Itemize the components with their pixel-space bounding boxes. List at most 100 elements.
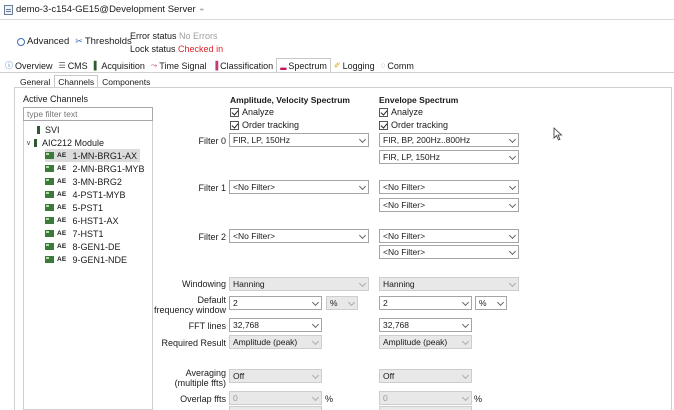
chevron-down-icon <box>508 200 517 209</box>
ae-channel-icon <box>45 243 54 250</box>
default-freq-window-label-line2: frequency window <box>153 305 226 315</box>
tab-comm[interactable]: ◌ Comm <box>378 59 417 72</box>
tab-spectrum[interactable]: ▂ Spectrum <box>276 58 331 72</box>
overlap-ffts-label: Overlap ffts <box>180 394 226 404</box>
right-order-tracking-checkbox[interactable]: Order tracking <box>379 120 448 130</box>
left-next-row-select[interactable] <box>229 406 322 410</box>
chevron-down-icon <box>358 279 367 288</box>
ae-tag: AE <box>57 256 67 263</box>
tree-node-channel[interactable]: AE 5-PST1 <box>45 201 103 214</box>
right-filter0-select-1[interactable]: FIR, BP, 200Hz..800Hz <box>379 133 519 147</box>
checkbox-label: Analyze <box>391 107 424 117</box>
right-averaging-select[interactable]: Off <box>379 369 472 383</box>
chevron-down-icon <box>461 337 470 346</box>
select-value: Off <box>383 371 395 381</box>
select-value: Hanning <box>233 279 265 289</box>
select-value: Amplitude (peak) <box>383 337 448 347</box>
right-freq-window-unit-select[interactable]: % <box>475 296 507 310</box>
tree-node-channel[interactable]: AE 4-PST1-MYB <box>45 188 125 201</box>
right-filter0-select-2[interactable]: FIR, LP, 150Hz <box>379 150 519 164</box>
right-overlap-select[interactable]: 0 <box>379 391 472 405</box>
chevron-down-icon <box>347 298 356 307</box>
required-result-label: Required Result <box>161 338 226 348</box>
tree-node-channel[interactable]: AE 7-HST1 <box>45 227 103 240</box>
ae-channel-icon <box>45 204 54 211</box>
chevron-down-icon <box>461 298 470 307</box>
left-freq-window-select[interactable]: 2 <box>229 296 322 310</box>
tab-time-signal[interactable]: ⤳ Time Signal <box>148 59 210 72</box>
advanced-icon <box>16 37 25 46</box>
right-windowing-select[interactable]: Hanning <box>379 277 519 291</box>
left-averaging-select[interactable]: Off <box>229 369 322 383</box>
chevron-down-icon[interactable]: ∨ <box>26 139 34 147</box>
select-value: Hanning <box>383 279 415 289</box>
left-overlap-select[interactable]: 0 <box>229 391 322 405</box>
tree-node-module[interactable]: ∨ AIC212 Module <box>26 136 104 149</box>
tree-node-label: 3-MN-BRG2 <box>72 176 122 187</box>
right-filter1-select-1[interactable]: <No Filter> <box>379 180 519 194</box>
tree-node-channel[interactable]: AE 3-MN-BRG2 <box>45 175 122 188</box>
mouse-cursor-icon <box>553 127 563 141</box>
status-box: Error status No Errors Lock status Check… <box>130 30 223 56</box>
tree-node-svi[interactable]: SVI <box>37 123 60 136</box>
checkbox-box <box>379 120 388 130</box>
tree-node-channel[interactable]: AE 8-GEN1-DE <box>45 240 120 253</box>
thresholds-icon: ✂ <box>75 36 83 46</box>
tree-node-label: SVI <box>45 124 60 135</box>
subtab-general[interactable]: General <box>16 76 54 87</box>
tree-node-channel[interactable]: AE 2-MN-BRG1-MYB <box>45 162 144 175</box>
ae-channel-icon <box>45 165 54 172</box>
close-tab-icon[interactable]: ⌖ <box>200 5 205 15</box>
main-tab-bar: ⓘ Overview ☰ CMS ▌ Acquisition ⤳ Time Signal… <box>0 58 674 73</box>
envelope-spectrum-heading: Envelope Spectrum <box>379 95 459 105</box>
channel-filter-input[interactable] <box>23 107 153 121</box>
tree-node-channel[interactable]: AE 6-HST1-AX <box>45 214 118 227</box>
subtab-components[interactable]: Components <box>98 76 154 87</box>
right-required-result-select[interactable]: Amplitude (peak) <box>379 335 472 349</box>
chevron-down-icon <box>311 393 320 402</box>
advanced-link[interactable]: Advanced <box>27 36 69 47</box>
subtab-channels[interactable]: Channels <box>54 75 99 87</box>
tab-label: Comm <box>387 60 414 71</box>
checkbox-box <box>230 107 239 117</box>
chevron-down-icon <box>508 231 517 240</box>
tab-label: Overview <box>15 60 53 71</box>
ae-tag: AE <box>57 165 67 172</box>
tab-logging[interactable]: ✐ Logging <box>331 59 378 72</box>
right-filter2-select-1[interactable]: <No Filter> <box>379 229 519 243</box>
left-filter1-select[interactable]: <No Filter> <box>229 180 369 194</box>
tree-node-channel[interactable]: AE 1-MN-BRG1-AX <box>45 149 140 162</box>
tab-cms[interactable]: ☰ CMS <box>56 59 91 72</box>
left-filter0-select[interactable]: FIR, LP, 150Hz <box>229 133 369 147</box>
left-windowing-select[interactable]: Hanning <box>229 277 369 291</box>
chevron-down-icon <box>311 371 320 380</box>
ae-tag: AE <box>57 152 67 159</box>
right-next-row-select[interactable] <box>379 406 472 410</box>
error-status-value: No Errors <box>179 31 218 41</box>
right-filter1-select-2[interactable]: <No Filter> <box>379 198 519 212</box>
select-value: <No Filter> <box>383 200 426 210</box>
chevron-down-icon <box>496 298 505 307</box>
left-analyze-checkbox[interactable]: Analyze <box>230 107 274 117</box>
right-freq-window-select[interactable]: 2 <box>379 296 472 310</box>
tab-classification[interactable]: ▐ Classification <box>209 59 276 72</box>
select-value: 0 <box>233 393 238 403</box>
right-filter2-select-2[interactable]: <No Filter> <box>379 245 519 259</box>
select-value: <No Filter> <box>233 231 276 241</box>
tree-node-label: 5-PST1 <box>72 202 103 213</box>
tab-overview[interactable]: ⓘ Overview <box>2 59 56 72</box>
left-required-result-select[interactable]: Amplitude (peak) <box>229 335 322 349</box>
right-analyze-checkbox[interactable]: Analyze <box>379 107 423 117</box>
tree-node-label: 2-MN-BRG1-MYB <box>72 163 145 174</box>
left-fft-lines-select[interactable]: 32,768 <box>229 318 322 332</box>
tab-acquisition[interactable]: ▌ Acquisition <box>91 59 148 72</box>
thresholds-link[interactable]: Thresholds <box>85 36 132 47</box>
left-freq-window-unit-select[interactable]: % <box>326 296 358 310</box>
checkbox-label: Analyze <box>242 107 275 117</box>
right-fft-lines-select[interactable]: 32,768 <box>379 318 472 332</box>
left-order-tracking-checkbox[interactable]: Order tracking <box>230 120 299 130</box>
ae-channel-icon <box>45 178 54 185</box>
tree-node-channel[interactable]: AE 9-GEN1-NDE <box>45 253 127 266</box>
left-filter2-select[interactable]: <No Filter> <box>229 229 369 243</box>
tree-node-label: AIC212 Module <box>42 137 105 148</box>
